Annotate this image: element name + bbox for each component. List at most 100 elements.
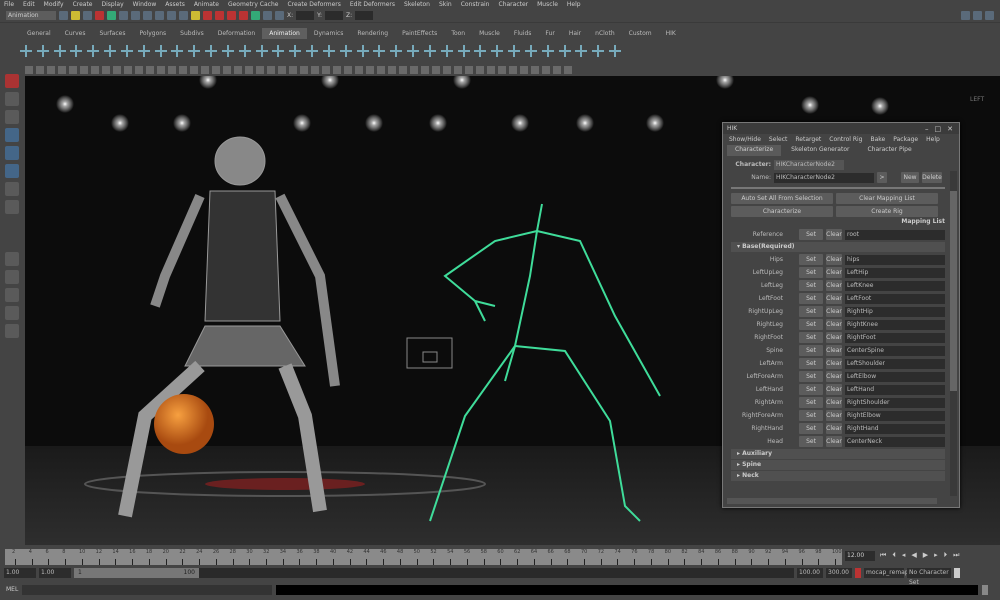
- panel-tool-icon[interactable]: [289, 65, 297, 74]
- next-key-icon[interactable]: ▸: [934, 551, 938, 560]
- panel-tool-icon[interactable]: [476, 65, 484, 74]
- panel-tool-icon[interactable]: [520, 65, 528, 74]
- joint-field[interactable]: RightFoot: [845, 332, 945, 343]
- shelf-tool-icon[interactable]: [154, 45, 167, 57]
- shelf-tool-icon[interactable]: [104, 45, 116, 57]
- tab-deformation[interactable]: Deformation: [211, 28, 262, 39]
- preferences-icon[interactable]: [954, 568, 960, 578]
- shelf-tool-icon[interactable]: [70, 45, 83, 57]
- new-button[interactable]: New: [901, 172, 919, 183]
- shelf-tool-icon[interactable]: [205, 45, 217, 57]
- shelf-tool-icon[interactable]: [120, 45, 133, 57]
- panel-tool-icon[interactable]: [564, 65, 572, 74]
- panel-tool-icon[interactable]: [157, 65, 165, 74]
- menu-skeleton[interactable]: Skeleton: [404, 1, 430, 8]
- mel-label[interactable]: MEL: [6, 586, 18, 593]
- set-button[interactable]: Set: [799, 436, 823, 447]
- shelf-tool-icon[interactable]: [592, 45, 604, 57]
- start-time-field[interactable]: 1.00: [4, 568, 36, 578]
- panel-tool-icon[interactable]: [25, 65, 33, 74]
- joint-field[interactable]: RightShoulder: [845, 397, 945, 408]
- render-settings-icon[interactable]: [227, 11, 236, 20]
- menu-set-dropdown[interactable]: Animation: [6, 11, 56, 20]
- shelf-tool-icon[interactable]: [508, 45, 520, 57]
- character-dropdown[interactable]: HIKCharacterNode2: [774, 159, 844, 170]
- panel-tool-icon[interactable]: [366, 65, 374, 74]
- menu-edit[interactable]: Edit: [23, 1, 35, 8]
- panel-tool-icon[interactable]: [421, 65, 429, 74]
- section-neck[interactable]: ▸ Neck: [731, 471, 945, 481]
- set-button[interactable]: Set: [799, 254, 823, 265]
- shelf-tool-icon[interactable]: [575, 45, 588, 57]
- reference-field[interactable]: root: [845, 229, 945, 240]
- menu-assets[interactable]: Assets: [165, 1, 185, 8]
- section-spine[interactable]: ▸ Spine: [731, 460, 945, 470]
- characterize-button[interactable]: Characterize: [731, 206, 833, 217]
- hik-menu-select[interactable]: Select: [769, 136, 788, 143]
- joint-field[interactable]: RightKnee: [845, 319, 945, 330]
- snap-surface-icon[interactable]: [179, 11, 188, 20]
- menu-skin[interactable]: Skin: [439, 1, 452, 8]
- clear-button[interactable]: Clear: [826, 332, 842, 343]
- joint-field[interactable]: RightHand: [845, 423, 945, 434]
- panel-tool-icon[interactable]: [487, 65, 495, 74]
- menu-display[interactable]: Display: [102, 1, 124, 8]
- layout-two-icon[interactable]: [5, 288, 19, 302]
- shelf-tool-icon[interactable]: [171, 45, 184, 57]
- z-field[interactable]: [355, 11, 374, 20]
- shelf-tool-icon[interactable]: [238, 45, 251, 57]
- clear-button[interactable]: Clear: [826, 397, 842, 408]
- menu-create[interactable]: Create: [73, 1, 93, 8]
- menu-window[interactable]: Window: [133, 1, 157, 8]
- snap-point-icon[interactable]: [155, 11, 164, 20]
- hik-menu-control-rig[interactable]: Control Rig: [829, 136, 862, 143]
- clear-button[interactable]: Clear: [826, 358, 842, 369]
- go-to-start-icon[interactable]: ⏮: [880, 551, 886, 560]
- anim-layer-field[interactable]: mocap_remap: [864, 568, 909, 578]
- panel-tool-icon[interactable]: [113, 65, 121, 74]
- panel-tool-icon[interactable]: [135, 65, 143, 74]
- reference-clear-button[interactable]: Clear: [826, 229, 842, 240]
- tab-fluids[interactable]: Fluids: [507, 28, 539, 39]
- new-scene-icon[interactable]: [59, 11, 68, 20]
- character-set-field[interactable]: No Character Set: [907, 568, 951, 586]
- input-icon[interactable]: [251, 11, 260, 20]
- panel-tool-icon[interactable]: [234, 65, 242, 74]
- panel-tool-icon[interactable]: [443, 65, 451, 74]
- select-component-icon[interactable]: [119, 11, 128, 20]
- anim-start-field[interactable]: 1.00: [39, 568, 71, 578]
- grid-icon[interactable]: [275, 11, 284, 20]
- panel-tool-icon[interactable]: [245, 65, 253, 74]
- tab-hair[interactable]: Hair: [562, 28, 588, 39]
- panel-tool-icon[interactable]: [498, 65, 506, 74]
- shelf-tool-icon[interactable]: [390, 45, 403, 57]
- set-button[interactable]: Set: [799, 371, 823, 382]
- joint-field[interactable]: LeftKnee: [845, 280, 945, 291]
- panel-tool-icon[interactable]: [322, 65, 330, 74]
- hik-menu-show-hide[interactable]: Show/Hide: [729, 136, 761, 143]
- panel-tool-icon[interactable]: [80, 65, 88, 74]
- anim-end-field[interactable]: 300.00: [826, 568, 852, 578]
- step-back-icon[interactable]: ⏴: [892, 551, 896, 560]
- current-frame-field[interactable]: 12.00: [845, 551, 875, 561]
- panel-tool-icon[interactable]: [344, 65, 352, 74]
- shelf-tool-icon[interactable]: [36, 45, 49, 57]
- menu-edit-deformers[interactable]: Edit Deformers: [350, 1, 395, 8]
- script-editor-icon[interactable]: [982, 584, 989, 595]
- hik-tab-characterize[interactable]: Characterize: [727, 145, 782, 156]
- shelf-tool-icon[interactable]: [322, 45, 335, 57]
- shelf-tool-icon[interactable]: [289, 45, 302, 57]
- panel-tool-icon[interactable]: [333, 65, 341, 74]
- tab-polygons[interactable]: Polygons: [132, 28, 173, 39]
- panel-tool-icon[interactable]: [36, 65, 44, 74]
- panel-tool-icon[interactable]: [179, 65, 187, 74]
- tab-custom[interactable]: Custom: [622, 28, 659, 39]
- snap-plane-icon[interactable]: [167, 11, 176, 20]
- clear-mapping-button[interactable]: Clear Mapping List: [836, 193, 938, 204]
- select-object-icon[interactable]: [107, 11, 116, 20]
- joint-field[interactable]: LeftElbow: [845, 371, 945, 382]
- tool-settings-icon[interactable]: [973, 11, 982, 20]
- tab-painteffects[interactable]: PaintEffects: [395, 28, 444, 39]
- panel-tool-icon[interactable]: [69, 65, 77, 74]
- panel-tool-icon[interactable]: [531, 65, 539, 74]
